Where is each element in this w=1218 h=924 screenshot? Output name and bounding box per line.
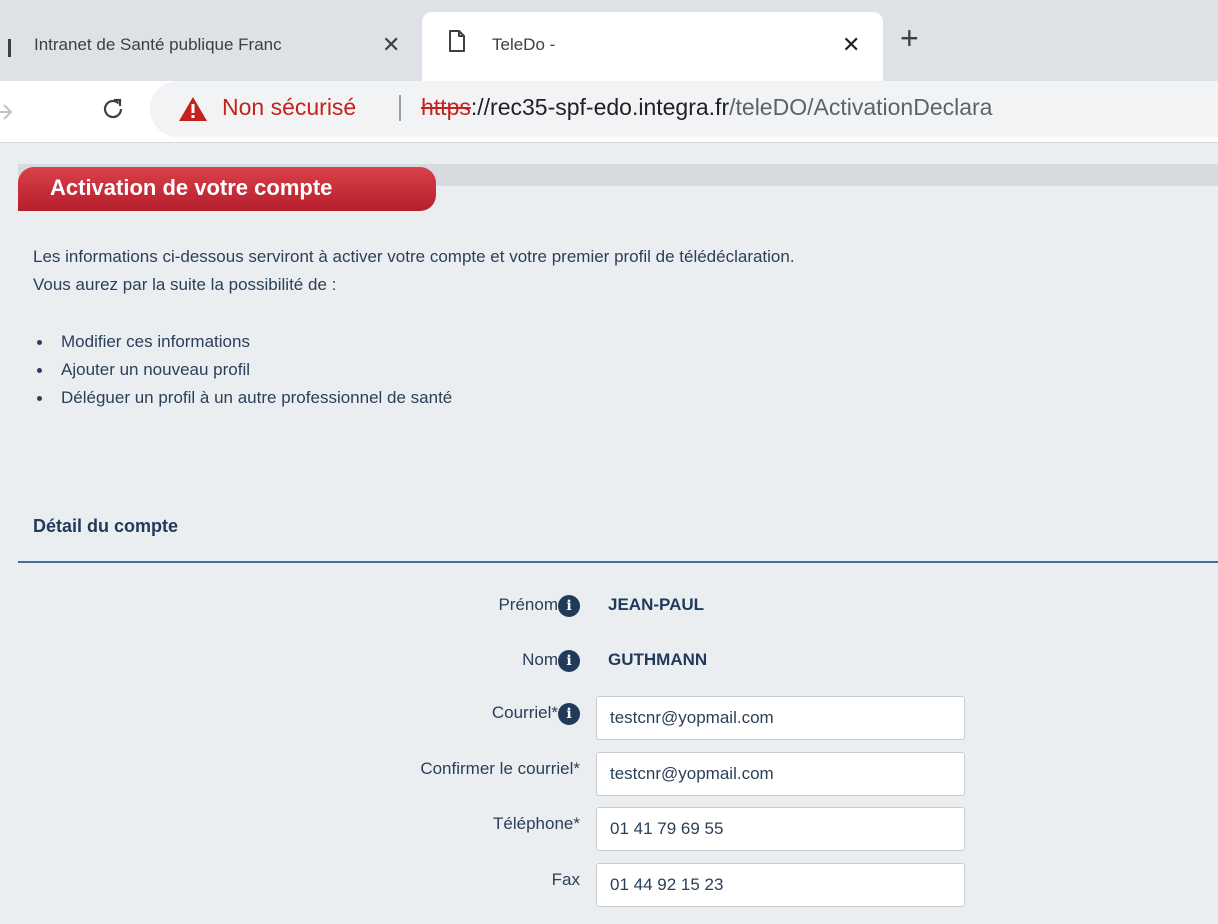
url-separator: :// [470,94,491,120]
telephone-input[interactable] [596,807,965,851]
page-title-tab: Activation de votre compte [18,167,436,211]
fax-input[interactable] [596,863,965,907]
address-bar[interactable]: Non sécurisé https://rec35-spf-edo.integ… [150,81,1218,137]
info-icon[interactable]: i [558,595,580,617]
courriel-label: Courriel* [491,703,558,722]
section-title: Détail du compte [33,516,179,536]
plus-icon[interactable]: + [900,22,919,54]
url-host: rec35-spf-edo.integra.fr [490,94,730,120]
address-divider [399,95,401,121]
row-prenom: Prénom i JEAN-PAUL [0,583,1218,627]
tab-title: TeleDo - [492,35,556,54]
page-icon [447,29,467,58]
info-icon[interactable]: i [558,703,580,725]
courriel-input[interactable] [596,696,965,740]
tab-teledo[interactable]: TeleDo - ✕ [422,12,883,81]
list-item: Déléguer un profil à un autre profession… [33,384,452,412]
row-courriel: Courriel* i [0,691,1218,740]
confirm-courriel-input[interactable] [596,752,965,796]
tab-edge-fragment [8,39,11,57]
prenom-label: Prénom [498,595,558,614]
browser-toolbar: Non sécurisé https://rec35-spf-edo.integ… [0,81,1218,143]
url-text[interactable]: https://rec35-spf-edo.integra.fr/teleDO/… [421,94,992,121]
browser-tabstrip: Intranet de Santé publique Franc ✕ TeleD… [0,0,1218,81]
prenom-value: JEAN-PAUL [608,595,705,614]
nom-label: Nom [522,650,558,669]
nom-value: GUTHMANN [608,650,708,669]
info-icon[interactable]: i [558,650,580,672]
url-path: /teleDO/ActivationDeclara [729,94,993,120]
url-scheme: https [421,94,471,120]
fax-label: Fax [551,870,580,889]
security-label[interactable]: Non sécurisé [222,94,356,121]
reload-icon[interactable] [100,96,126,127]
warning-icon[interactable] [178,96,208,127]
page-content: Activation de votre compte Les informati… [0,144,1218,924]
intro-line: Vous aurez par la suite la possibilité d… [33,275,337,294]
row-telephone: Téléphone* [0,802,1218,851]
list-item: Modifier ces informations [33,328,452,356]
telephone-label: Téléphone* [493,814,580,833]
possibilities-list: Modifier ces informations Ajouter un nou… [33,328,452,412]
section-divider [18,561,1218,563]
page-title: Activation de votre compte [50,175,333,200]
close-icon[interactable]: ✕ [842,32,860,58]
row-confirm-courriel: Confirmer le courriel* [0,747,1218,796]
close-icon[interactable]: ✕ [382,32,400,58]
confirm-courriel-label: Confirmer le courriel* [420,759,580,778]
tab-intranet[interactable]: Intranet de Santé publique Franc ✕ [16,20,421,70]
intro-text: Les informations ci-dessous serviront à … [33,243,795,299]
list-item: Ajouter un nouveau profil [33,356,452,384]
tab-title: Intranet de Santé publique Franc [34,35,282,54]
intro-line: Les informations ci-dessous serviront à … [33,247,795,266]
row-fax: Fax [0,858,1218,907]
row-nom: Nom i GUTHMANN [0,638,1218,682]
forward-icon[interactable] [0,99,14,132]
